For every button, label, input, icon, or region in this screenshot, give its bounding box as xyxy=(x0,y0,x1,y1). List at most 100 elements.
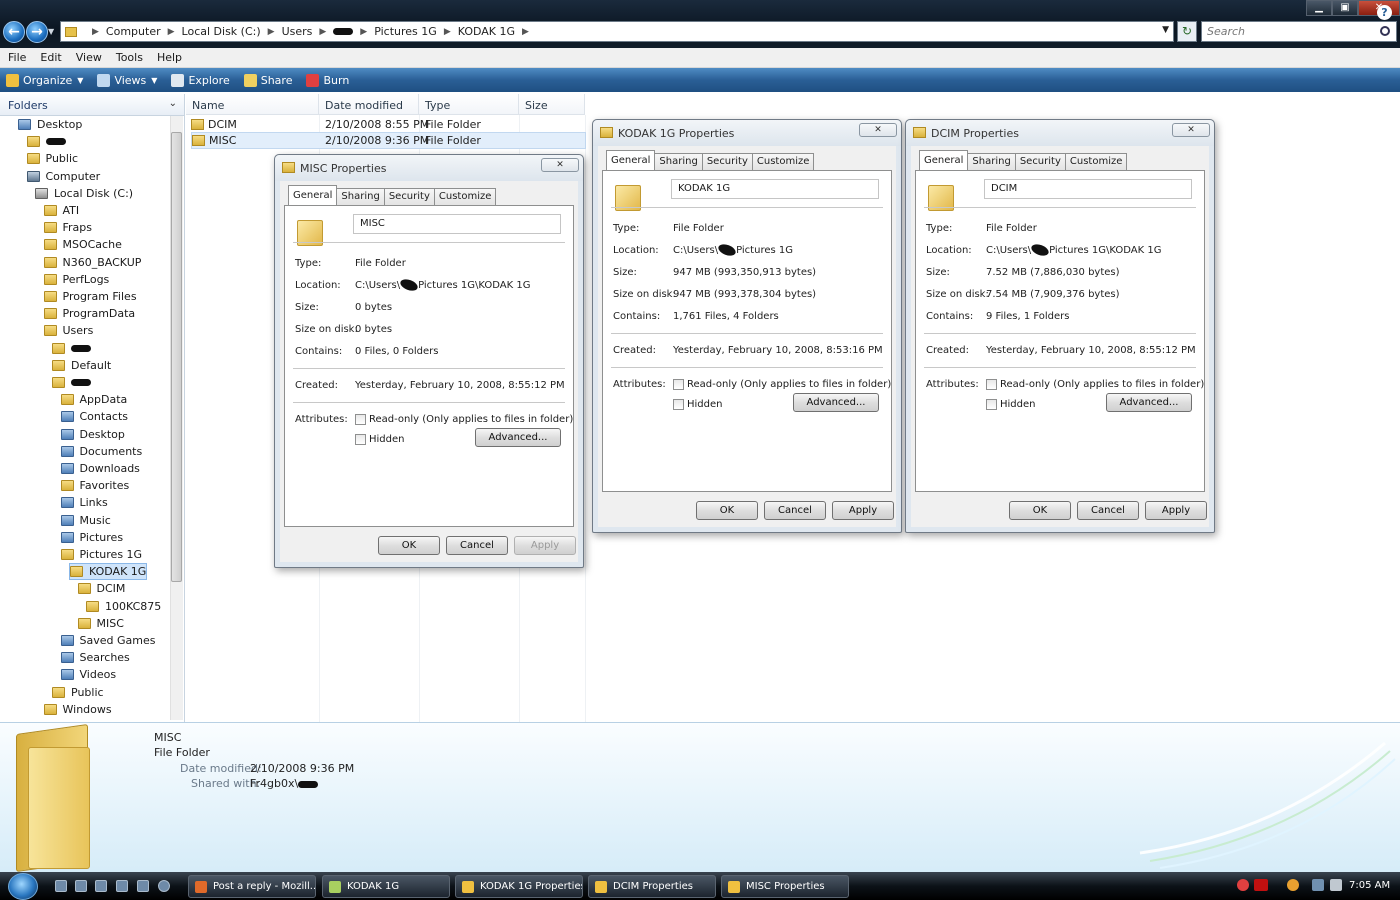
tree-item[interactable]: Desktop xyxy=(60,426,125,443)
taskbar-button[interactable]: DCIM Properties xyxy=(588,875,716,898)
menu-file[interactable]: File xyxy=(8,51,26,64)
column-header-name[interactable]: Name xyxy=(186,94,319,115)
cancel-button[interactable]: Cancel xyxy=(1077,501,1139,520)
tree-item[interactable]: N360_BACKUP xyxy=(43,254,141,271)
column-header-size[interactable]: Size xyxy=(519,94,585,115)
tree-item[interactable]: Pictures 1G xyxy=(60,546,142,563)
explore-button[interactable]: Explore xyxy=(171,73,230,87)
tab-sharing[interactable]: Sharing xyxy=(967,153,1016,170)
burn-button[interactable]: Burn xyxy=(306,73,349,87)
folder-name-field[interactable]: DCIM xyxy=(984,179,1192,199)
tab-security[interactable]: Security xyxy=(383,188,435,205)
advanced-button[interactable]: Advanced... xyxy=(793,393,879,412)
tree-item[interactable]: Local Disk (C:) xyxy=(35,185,133,202)
refresh-button[interactable]: ↻ xyxy=(1177,21,1197,42)
forward-button[interactable]: → xyxy=(26,21,48,43)
cancel-button[interactable]: Cancel xyxy=(764,501,826,520)
dialog-title-bar[interactable]: DCIM Properties ✕ xyxy=(906,120,1214,146)
back-button[interactable]: ← xyxy=(3,21,25,43)
start-button[interactable] xyxy=(8,873,38,900)
tree-item[interactable]: Videos xyxy=(60,666,116,683)
dialog-close-button[interactable]: ✕ xyxy=(1172,123,1210,137)
taskbar-button[interactable]: MISC Properties xyxy=(721,875,849,898)
tree-item[interactable]: MISC xyxy=(77,615,124,632)
tree-item[interactable]: 100KC875 xyxy=(86,598,161,615)
tree-item[interactable]: Pictures xyxy=(60,529,123,546)
tree-item[interactable]: Music xyxy=(60,512,111,529)
hidden-checkbox[interactable]: Hidden xyxy=(986,399,1035,410)
tree-scroll-thumb[interactable] xyxy=(171,132,182,582)
advanced-button[interactable]: Advanced... xyxy=(475,428,561,447)
dialog-title-bar[interactable]: MISC Properties ✕ xyxy=(275,155,583,181)
dialog-close-button[interactable]: ✕ xyxy=(859,123,897,137)
tree-item[interactable]: Links xyxy=(60,494,108,511)
folders-header[interactable]: Folders ⌄ xyxy=(0,94,184,116)
advanced-button[interactable]: Advanced... xyxy=(1106,393,1192,412)
taskbar-button[interactable]: KODAK 1G Properties xyxy=(455,875,583,898)
tab-security[interactable]: Security xyxy=(1014,153,1066,170)
menu-tools[interactable]: Tools xyxy=(116,51,143,64)
hidden-checkbox[interactable]: Hidden xyxy=(673,399,722,410)
show-desktop-icon[interactable] xyxy=(55,880,67,892)
tree-item[interactable]: Searches xyxy=(60,649,130,666)
menu-view[interactable]: View xyxy=(76,51,102,64)
tree-item[interactable]: Default xyxy=(52,357,111,374)
tree-item[interactable]: Favorites xyxy=(60,477,129,494)
hidden-checkbox[interactable]: Hidden xyxy=(355,434,404,445)
tab-customize[interactable]: Customize xyxy=(1064,153,1128,170)
tree-item[interactable] xyxy=(52,340,91,357)
apply-button[interactable]: Apply xyxy=(1145,501,1207,520)
search-input[interactable]: Search xyxy=(1201,21,1397,42)
breadcrumb-item[interactable]: KODAK 1G xyxy=(458,25,515,38)
tree-item[interactable]: Downloads xyxy=(60,460,140,477)
tray-app-icon[interactable] xyxy=(1287,879,1299,891)
clock[interactable]: 7:05 AM xyxy=(1349,880,1390,891)
search-icon[interactable] xyxy=(1380,26,1390,36)
dialog-title-bar[interactable]: KODAK 1G Properties ✕ xyxy=(593,120,901,146)
readonly-checkbox[interactable]: Read-only (Only applies to files in fold… xyxy=(986,379,1204,390)
help-icon[interactable]: ? xyxy=(1377,5,1392,20)
tree-item[interactable]: AppData xyxy=(60,391,127,408)
tab-sharing[interactable]: Sharing xyxy=(654,153,703,170)
tree-item[interactable]: Contacts xyxy=(60,408,128,425)
readonly-checkbox[interactable]: Read-only (Only applies to files in fold… xyxy=(673,379,891,390)
taskbar-button[interactable]: KODAK 1G xyxy=(322,875,450,898)
tree-item[interactable] xyxy=(26,133,66,150)
tree-item[interactable]: Windows xyxy=(43,701,112,718)
tree-item[interactable]: Public xyxy=(26,150,78,167)
network-icon[interactable] xyxy=(1312,879,1324,891)
chevron-down-icon[interactable]: ▼ xyxy=(1162,25,1169,35)
folder-name-field[interactable]: KODAK 1G xyxy=(671,179,879,199)
quicklaunch-app-icon[interactable] xyxy=(95,880,107,892)
cancel-button[interactable]: Cancel xyxy=(446,536,508,555)
switch-windows-icon[interactable] xyxy=(75,880,87,892)
breadcrumb-item[interactable]: Local Disk (C:) xyxy=(182,25,261,38)
recent-pages-dropdown[interactable]: ▼ xyxy=(48,27,54,36)
taskbar-button[interactable]: Post a reply - Mozill... xyxy=(188,875,316,898)
apply-button[interactable]: Apply xyxy=(514,536,576,555)
tree-item[interactable]: KODAK 1G xyxy=(69,563,148,581)
tree-item[interactable]: Desktop xyxy=(18,116,82,133)
tab-general[interactable]: General xyxy=(606,150,656,170)
tree-item[interactable]: Computer xyxy=(26,168,100,185)
dialog-close-button[interactable]: ✕ xyxy=(541,158,579,172)
menu-edit[interactable]: Edit xyxy=(40,51,61,64)
tree-item[interactable]: Public xyxy=(52,684,104,701)
organize-button[interactable]: Organize ▼ xyxy=(6,73,83,87)
quicklaunch-app-icon[interactable] xyxy=(116,880,128,892)
volume-icon[interactable] xyxy=(1330,879,1342,891)
readonly-checkbox[interactable]: Read-only (Only applies to files in fold… xyxy=(355,414,573,425)
tree-item[interactable]: Program Files xyxy=(43,288,137,305)
tree-item[interactable]: Saved Games xyxy=(60,632,155,649)
tray-app-icon[interactable] xyxy=(1237,879,1249,891)
apply-button[interactable]: Apply xyxy=(832,501,894,520)
share-button[interactable]: Share xyxy=(243,73,292,87)
breadcrumb-item[interactable]: Computer xyxy=(106,25,161,38)
tree-item[interactable]: ProgramData xyxy=(43,305,135,322)
menu-help[interactable]: Help xyxy=(157,51,182,64)
tree-item[interactable]: DCIM xyxy=(77,580,125,597)
quicklaunch-app-icon[interactable] xyxy=(137,880,149,892)
address-bar[interactable]: ▶ Computer ▶ Local Disk (C:) ▶ Users ▶ ▶ Picture… xyxy=(60,21,1174,42)
ok-button[interactable]: OK xyxy=(1009,501,1071,520)
maximize-button[interactable]: ▣ xyxy=(1332,0,1358,16)
